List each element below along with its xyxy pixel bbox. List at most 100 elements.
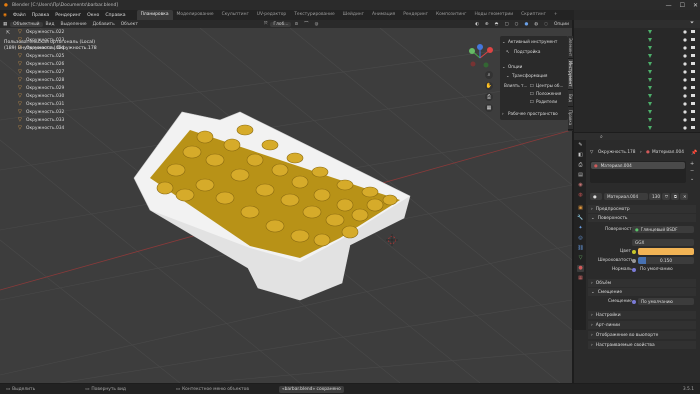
material-users-count[interactable]: 130 xyxy=(649,193,661,200)
toolbar-toggle-icon[interactable]: ⇱ xyxy=(6,30,10,36)
origins-checkbox[interactable]: ☐ xyxy=(530,83,534,88)
outliner-row[interactable]: ▽ Окружность.027 xyxy=(18,69,64,76)
surface-section[interactable]: ⌄ Поверхность xyxy=(588,214,696,222)
pan-hand-icon[interactable]: ✋ xyxy=(485,82,493,90)
tab-modeling[interactable]: Моделирование xyxy=(173,10,218,20)
menu-select[interactable]: Выделение xyxy=(57,22,89,27)
menu-edit[interactable]: Правка xyxy=(29,13,52,18)
zoom-icon[interactable]: ⌕ xyxy=(485,71,493,79)
render-tab-icon[interactable]: ◧ xyxy=(577,152,584,159)
menu-file[interactable]: Файл xyxy=(10,13,29,18)
perspective-toggle-icon[interactable]: ▦ xyxy=(485,104,493,112)
locations-checkbox[interactable]: ☐ xyxy=(530,91,534,96)
lineart-section[interactable]: › Арт-линии xyxy=(588,321,696,329)
shading-wireframe-icon[interactable]: ○ xyxy=(512,22,522,27)
menu-help[interactable]: Справка xyxy=(102,13,128,18)
tab-tool[interactable]: Инструмент xyxy=(568,59,573,90)
roughness-slider[interactable]: 0.150 xyxy=(638,257,694,264)
tab-item[interactable]: Элемент xyxy=(568,36,573,59)
pin-icon[interactable]: 📌 xyxy=(691,150,697,156)
unlink-material-icon[interactable]: ✕ xyxy=(680,193,688,200)
camera-view-icon[interactable]: ⎙ xyxy=(485,93,493,101)
outliner-row[interactable]: ▽ Окружность.025 xyxy=(18,53,64,60)
chevron-down-icon[interactable]: ⌄ xyxy=(506,73,510,78)
chevron-down-icon[interactable]: ⌄ xyxy=(502,64,506,69)
tab-layout[interactable]: Планировка xyxy=(136,10,173,20)
scene-tab-icon[interactable]: ◉ xyxy=(577,182,584,189)
constraints-tab-icon[interactable]: ⛓ xyxy=(577,245,584,252)
navigation-gizmo[interactable] xyxy=(465,44,495,72)
pivot-icon[interactable]: ⊙ xyxy=(291,22,301,27)
duplicate-material-icon[interactable]: ⧉ xyxy=(671,193,679,200)
minimize-icon[interactable]: — xyxy=(666,2,672,9)
outliner-row[interactable]: ▽ Окружность.029 xyxy=(18,85,64,92)
editor-type-icon[interactable]: ▦ xyxy=(0,22,10,27)
slot-menu-icon[interactable]: ⌄ xyxy=(690,176,694,182)
menu-view[interactable]: Вид xyxy=(43,22,58,27)
parents-checkbox[interactable]: ☐ xyxy=(530,99,534,104)
snap-icon[interactable]: ⌒ xyxy=(301,21,311,27)
data-tab-icon[interactable]: ▽ xyxy=(577,255,584,262)
material-name-field[interactable]: Материал.004 xyxy=(604,193,648,200)
material-browse-icon[interactable]: ● xyxy=(590,193,602,200)
menu-window[interactable]: Окно xyxy=(84,13,102,18)
orientation-selector[interactable]: Глоб... xyxy=(270,21,292,27)
outliner-row[interactable]: ▽ Окружность.024 xyxy=(18,45,64,52)
tab-view[interactable]: Вид xyxy=(568,90,573,107)
options-header[interactable]: Опции xyxy=(508,64,522,69)
outliner-row[interactable]: ▽ Окружность.023 xyxy=(18,37,64,44)
tab-geometry-nodes[interactable]: Ноды геометрии xyxy=(470,10,517,20)
search-icon[interactable]: ⌕ xyxy=(600,134,603,140)
physics-tab-icon[interactable]: ◎ xyxy=(577,235,584,242)
preview-section[interactable]: › Предпросмотр xyxy=(588,205,696,213)
outliner-row[interactable]: ▽ Окружность.032 xyxy=(18,109,64,116)
xray-icon[interactable]: ▢ xyxy=(501,22,511,27)
visibility-icon[interactable]: ◐ xyxy=(472,22,482,27)
chevron-down-icon[interactable]: ⌄ xyxy=(502,39,506,44)
normal-value[interactable]: По умолчанию xyxy=(640,267,673,272)
add-workspace-icon[interactable]: + xyxy=(550,10,562,20)
blender-menu-icon[interactable]: ◉ xyxy=(0,13,10,18)
workspace-header[interactable]: Рабочее пространство xyxy=(508,111,558,116)
transform-orientation-icon[interactable]: ⤧ xyxy=(261,21,271,27)
volume-section[interactable]: › Объём xyxy=(588,279,696,287)
object-tab-icon[interactable]: ▣ xyxy=(577,205,584,212)
add-slot-icon[interactable]: + xyxy=(690,161,694,167)
tab-uv-editing[interactable]: UV-редактор xyxy=(253,10,290,20)
color-swatch[interactable] xyxy=(638,248,694,255)
tab-edit[interactable]: Правка xyxy=(568,107,573,130)
outliner-row[interactable]: ▽ Окружность.022 xyxy=(18,29,64,36)
menu-object[interactable]: Объект xyxy=(118,22,141,27)
shading-solid-icon[interactable]: ● xyxy=(521,22,531,27)
displacement-field[interactable]: По умолчанию xyxy=(638,298,694,305)
settings-section[interactable]: › Настройки xyxy=(588,311,696,319)
tool-tab-icon[interactable]: ✎ xyxy=(577,142,584,149)
surface-shader-field[interactable]: ● Глянцевый BSDF xyxy=(632,226,694,233)
maximize-icon[interactable]: ☐ xyxy=(680,2,685,9)
overlay-icon[interactable]: ◓ xyxy=(492,22,502,27)
texture-tab-icon[interactable]: ▦ xyxy=(577,275,584,282)
custom-properties-section[interactable]: › Настраиваемые свойства xyxy=(588,341,696,349)
outliner-row[interactable]: ▽ Окружность.031 xyxy=(18,101,64,108)
tab-texture-paint[interactable]: Текстурирование xyxy=(290,10,338,20)
active-tool-name[interactable]: Подстройка xyxy=(514,49,540,54)
proportional-icon[interactable]: ◎ xyxy=(312,22,322,27)
fake-user-icon[interactable]: ⛉ xyxy=(662,193,670,200)
outliner-row[interactable]: ▽ Окружность.026 xyxy=(18,61,64,68)
options-menu[interactable]: Опции xyxy=(551,22,572,27)
outliner-row[interactable]: ▽ Окружность.034 xyxy=(18,125,64,132)
remove-slot-icon[interactable]: − xyxy=(690,168,694,174)
displacement-section[interactable]: ⌄ Смещение xyxy=(588,288,696,296)
viewport-scene[interactable] xyxy=(0,28,572,383)
tab-shading[interactable]: Шейдинг xyxy=(339,10,368,20)
tab-animation[interactable]: Анимация xyxy=(368,10,399,20)
menu-render[interactable]: Рендеринг xyxy=(52,13,84,18)
material-tab-icon[interactable]: ● xyxy=(577,265,584,272)
tab-compositing[interactable]: Композитинг xyxy=(432,10,470,20)
view-layer-tab-icon[interactable]: ▤ xyxy=(577,172,584,179)
menu-add[interactable]: Добавить xyxy=(90,22,118,27)
outliner-row[interactable]: ▽ Окружность.028 xyxy=(18,77,64,84)
tab-rendering[interactable]: Рендеринг xyxy=(399,10,432,20)
transform-header[interactable]: Трансформация xyxy=(512,73,547,78)
chevron-right-icon[interactable]: › xyxy=(502,111,504,116)
